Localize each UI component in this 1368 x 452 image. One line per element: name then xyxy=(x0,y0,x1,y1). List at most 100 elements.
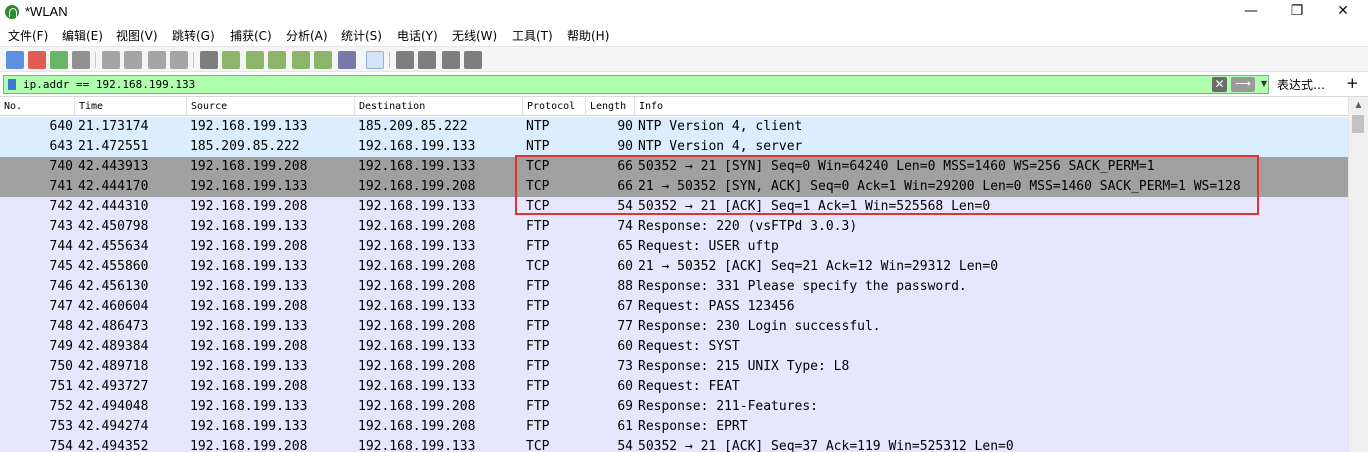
menu-edit[interactable]: 编辑(E) xyxy=(62,27,103,44)
packet-destination: 192.168.199.133 xyxy=(358,299,476,314)
display-filter-input[interactable]: ip.addr == 192.168.199.133 ✕ ⟶ ▼ xyxy=(3,75,1269,94)
scroll-up-arrow-icon[interactable]: ▲ xyxy=(1349,97,1368,113)
packet-row[interactable]: 748 42.486473 192.168.199.133 192.168.199.2… xyxy=(0,317,1348,337)
packet-info: NTP Version 4, server xyxy=(638,139,803,154)
packet-row[interactable]: 754 42.494352 192.168.199.208 192.168.199.1… xyxy=(0,437,1348,452)
zoom-normal-icon[interactable] xyxy=(442,51,460,69)
go-back-icon[interactable] xyxy=(222,51,240,69)
packet-info: Request: USER uftp xyxy=(638,239,779,254)
packet-time: 42.489384 xyxy=(78,339,149,354)
expression-button[interactable]: 表达式… xyxy=(1277,76,1325,93)
packet-info: Response: EPRT xyxy=(638,419,748,434)
packet-number: 754 xyxy=(49,439,73,452)
add-filter-button[interactable]: + xyxy=(1346,74,1359,92)
menu-file[interactable]: 文件(F) xyxy=(8,27,48,44)
packet-destination: 192.168.199.208 xyxy=(358,359,476,374)
menu-telephony[interactable]: 电话(Y) xyxy=(397,27,438,44)
bookmark-icon[interactable] xyxy=(8,79,16,90)
menu-go[interactable]: 跳转(G) xyxy=(172,27,215,44)
packet-destination: 192.168.199.133 xyxy=(358,439,476,452)
column-header-no[interactable]: No. xyxy=(0,97,75,116)
packet-row[interactable]: 753 42.494274 192.168.199.133 192.168.199.2… xyxy=(0,417,1348,437)
menu-capture[interactable]: 捕获(C) xyxy=(230,27,272,44)
packet-source: 192.168.199.133 xyxy=(190,359,308,374)
packet-row[interactable]: 752 42.494048 192.168.199.133 192.168.199.2… xyxy=(0,397,1348,417)
packet-row[interactable]: 747 42.460604 192.168.199.208 192.168.199.1… xyxy=(0,297,1348,317)
go-forward-icon[interactable] xyxy=(246,51,264,69)
packet-source: 192.168.199.133 xyxy=(190,419,308,434)
clear-filter-button[interactable]: ✕ xyxy=(1212,77,1227,92)
packet-protocol: FTP xyxy=(526,319,550,334)
colorize-icon[interactable] xyxy=(366,51,384,69)
column-header-destination[interactable]: Destination xyxy=(355,97,523,116)
packet-source: 192.168.199.208 xyxy=(190,439,308,452)
column-header-info[interactable]: Info xyxy=(635,97,1348,116)
column-header-time[interactable]: Time xyxy=(75,97,187,116)
stop-capture-icon[interactable] xyxy=(28,51,46,69)
packet-number: 751 xyxy=(49,379,73,394)
menu-help[interactable]: 帮助(H) xyxy=(567,27,609,44)
menu-statistics[interactable]: 统计(S) xyxy=(341,27,382,44)
close-button[interactable]: ✕ xyxy=(1320,0,1366,24)
menu-analyze[interactable]: 分析(A) xyxy=(286,27,328,44)
packet-length: 67 xyxy=(617,299,633,314)
packet-destination: 192.168.199.133 xyxy=(358,239,476,254)
packet-row[interactable]: 750 42.489718 192.168.199.133 192.168.199.2… xyxy=(0,357,1348,377)
minimize-button[interactable]: — xyxy=(1228,0,1274,24)
menu-tools[interactable]: 工具(T) xyxy=(512,27,553,44)
filter-history-dropdown[interactable]: ▼ xyxy=(1259,76,1269,92)
packet-time: 42.460604 xyxy=(78,299,149,314)
close-file-icon[interactable] xyxy=(148,51,166,69)
packet-row[interactable]: 749 42.489384 192.168.199.208 192.168.199.1… xyxy=(0,337,1348,357)
packet-row[interactable]: 751 42.493727 192.168.199.208 192.168.199.1… xyxy=(0,377,1348,397)
display-filter-text[interactable]: ip.addr == 192.168.199.133 xyxy=(23,78,195,91)
packet-row[interactable]: 740 42.443913 192.168.199.208 192.168.199.1… xyxy=(0,157,1348,177)
packet-destination: 192.168.199.133 xyxy=(358,379,476,394)
toolbar-separator xyxy=(193,52,194,68)
scroll-thumb[interactable] xyxy=(1352,115,1364,133)
wireshark-app-icon xyxy=(5,5,19,19)
packet-row[interactable]: 643 21.472551 185.209.85.222 192.168.199.13… xyxy=(0,137,1348,157)
packet-source: 192.168.199.208 xyxy=(190,199,308,214)
packet-info: NTP Version 4, client xyxy=(638,119,803,134)
packet-row[interactable]: 744 42.455634 192.168.199.208 192.168.199.1… xyxy=(0,237,1348,257)
column-header-protocol[interactable]: Protocol xyxy=(523,97,586,116)
packet-row[interactable]: 640 21.173174 192.168.199.133 185.209.85.22… xyxy=(0,117,1348,137)
packet-row[interactable]: 745 42.455860 192.168.199.133 192.168.199.2… xyxy=(0,257,1348,277)
resize-columns-icon[interactable] xyxy=(464,51,482,69)
packet-source: 192.168.199.133 xyxy=(190,319,308,334)
packet-time: 42.494274 xyxy=(78,419,149,434)
packet-info: Response: 215 UNIX Type: L8 xyxy=(638,359,850,374)
shark-fin-start-icon[interactable] xyxy=(6,51,24,69)
packet-row[interactable]: 742 42.444310 192.168.199.208 192.168.199.1… xyxy=(0,197,1348,217)
auto-scroll-icon[interactable] xyxy=(338,51,356,69)
open-file-icon[interactable] xyxy=(102,51,120,69)
go-first-icon[interactable] xyxy=(292,51,310,69)
find-packet-icon[interactable] xyxy=(200,51,218,69)
packet-number: 643 xyxy=(49,139,73,154)
packet-row[interactable]: 741 42.444170 192.168.199.133 192.168.199.2… xyxy=(0,177,1348,197)
column-header-length[interactable]: Length xyxy=(586,97,635,116)
go-last-icon[interactable] xyxy=(314,51,332,69)
packet-time: 21.173174 xyxy=(78,119,149,134)
save-file-icon[interactable] xyxy=(124,51,142,69)
menu-view[interactable]: 视图(V) xyxy=(116,27,158,44)
maximize-button[interactable]: ❐ xyxy=(1274,0,1320,24)
capture-options-icon[interactable] xyxy=(72,51,90,69)
reload-file-icon[interactable] xyxy=(170,51,188,69)
go-to-packet-icon[interactable] xyxy=(268,51,286,69)
zoom-out-icon[interactable] xyxy=(418,51,436,69)
zoom-in-icon[interactable] xyxy=(396,51,414,69)
packet-destination: 192.168.199.133 xyxy=(358,339,476,354)
packet-destination: 192.168.199.208 xyxy=(358,219,476,234)
apply-filter-button[interactable]: ⟶ xyxy=(1231,77,1255,92)
packet-protocol: FTP xyxy=(526,359,550,374)
packet-length: 54 xyxy=(617,439,633,452)
column-header-source[interactable]: Source xyxy=(187,97,355,116)
menu-wireless[interactable]: 无线(W) xyxy=(452,27,497,44)
restart-capture-icon[interactable] xyxy=(50,51,68,69)
packet-row[interactable]: 743 42.450798 192.168.199.133 192.168.199.2… xyxy=(0,217,1348,237)
packet-row[interactable]: 746 42.456130 192.168.199.133 192.168.199.2… xyxy=(0,277,1348,297)
packet-number: 744 xyxy=(49,239,73,254)
vertical-scrollbar[interactable]: ▲ xyxy=(1348,97,1368,452)
